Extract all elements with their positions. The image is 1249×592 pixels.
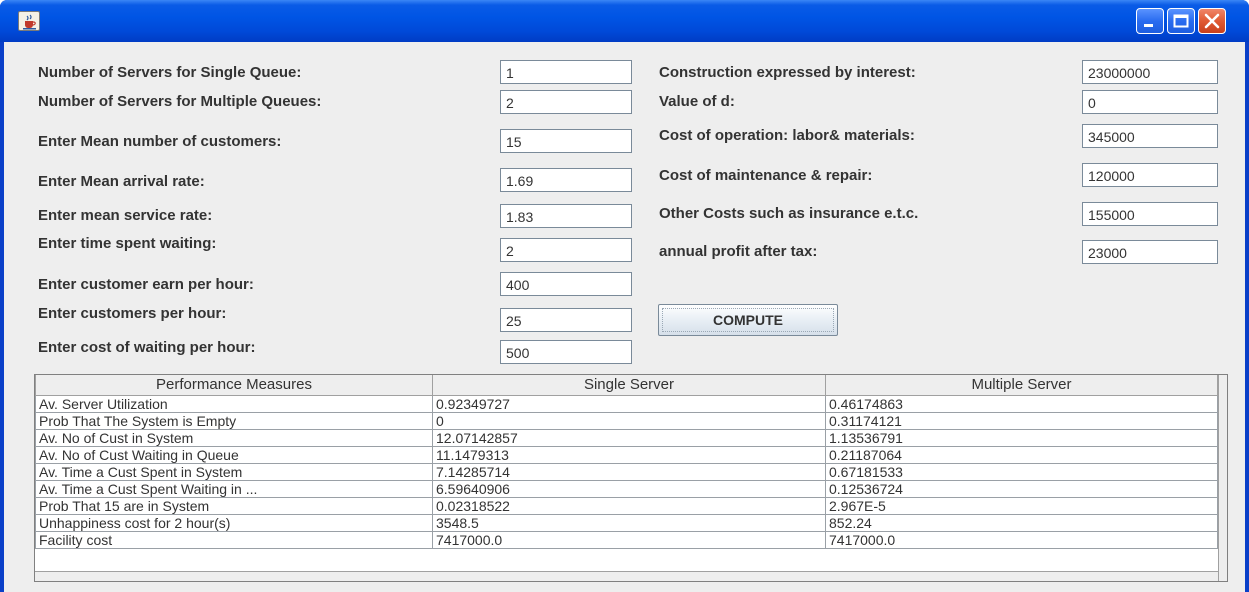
table-vertical-scrollbar[interactable] [1218, 375, 1227, 581]
table-row[interactable]: Unhappiness cost for 2 hour(s) 3548.5 85… [35, 513, 1218, 532]
minimize-button[interactable] [1136, 8, 1164, 34]
label-mean-service-rate: Enter mean service rate: [38, 207, 213, 224]
label-annual-profit: annual profit after tax: [659, 243, 818, 260]
measure-cell[interactable]: Prob That 15 are in System [35, 496, 433, 515]
cost-of-operation-field[interactable]: 345000 [1082, 124, 1218, 148]
table-row[interactable]: Prob That The System is Empty 0 0.311741… [35, 411, 1218, 430]
multiple-server-cell[interactable]: 852.24 [825, 513, 1218, 532]
table-row[interactable]: Av. No of Cust Waiting in Queue 11.14793… [35, 445, 1218, 464]
label-value-of-d: Value of d: [659, 93, 735, 110]
multiple-server-cell[interactable]: 7417000.0 [825, 530, 1218, 549]
measure-cell[interactable]: Av. Server Utilization [35, 394, 433, 413]
other-costs-field[interactable]: 155000 [1082, 202, 1218, 226]
table-row[interactable]: Av. Time a Cust Spent Waiting in ... 6.5… [35, 479, 1218, 498]
annual-profit-field[interactable]: 23000 [1082, 240, 1218, 264]
time-spent-waiting-field[interactable]: 2 [500, 238, 632, 262]
multiple-server-cell[interactable]: 1.13536791 [825, 428, 1218, 447]
value-of-d-field[interactable]: 0 [1082, 90, 1218, 114]
single-server-cell[interactable]: 3548.5 [432, 513, 826, 532]
table-horizontal-scrollbar[interactable] [35, 571, 1218, 581]
cost-of-maintenance-field[interactable]: 120000 [1082, 163, 1218, 187]
cost-of-waiting-field[interactable]: 500 [500, 340, 632, 364]
maximize-icon [1173, 14, 1189, 28]
table-row[interactable]: Av. Server Utilization 0.92349727 0.4617… [35, 394, 1218, 413]
results-table[interactable]: Performance Measures Single Server Multi… [34, 374, 1228, 582]
label-cost-of-operation: Cost of operation: labor& materials: [659, 127, 915, 144]
single-server-cell[interactable]: 0.02318522 [432, 496, 826, 515]
label-construction-interest: Construction expressed by interest: [659, 64, 916, 81]
label-customers-per-hour: Enter customers per hour: [38, 305, 227, 322]
focus-ring [662, 308, 834, 332]
label-servers-multiple-queues: Number of Servers for Multiple Queues: [38, 93, 322, 110]
multiple-server-cell[interactable]: 0.31174121 [825, 411, 1218, 430]
table-row[interactable]: Facility cost 7417000.0 7417000.0 [35, 530, 1218, 549]
form-panel: Number of Servers for Single Queue: 1 Nu… [4, 42, 1245, 592]
close-button[interactable] [1198, 8, 1226, 34]
table-header-row: Performance Measures Single Server Multi… [35, 375, 1218, 396]
single-server-cell[interactable]: 0.92349727 [432, 394, 826, 413]
multiple-server-cell[interactable]: 0.12536724 [825, 479, 1218, 498]
measure-cell[interactable]: Facility cost [35, 530, 433, 549]
label-cost-of-waiting: Enter cost of waiting per hour: [38, 339, 256, 356]
title-bar[interactable] [0, 0, 1249, 42]
multiple-server-cell[interactable]: 0.21187064 [825, 445, 1218, 464]
multiple-server-cell[interactable]: 2.967E-5 [825, 496, 1218, 515]
maximize-button[interactable] [1167, 8, 1195, 34]
measure-cell[interactable]: Prob That The System is Empty [35, 411, 433, 430]
single-server-cell[interactable]: 7.14285714 [432, 462, 826, 481]
customer-earn-per-hour-field[interactable]: 400 [500, 272, 632, 296]
table-row[interactable]: Av. No of Cust in System 12.07142857 1.1… [35, 428, 1218, 447]
customers-per-hour-field[interactable]: 25 [500, 308, 632, 332]
java-cup-icon[interactable] [18, 11, 40, 31]
label-other-costs: Other Costs such as insurance e.t.c. [659, 205, 919, 222]
measure-cell[interactable]: Av. Time a Cust Spent in System [35, 462, 433, 481]
single-server-cell[interactable]: 7417000.0 [432, 530, 826, 549]
table-row[interactable]: Prob That 15 are in System 0.02318522 2.… [35, 496, 1218, 515]
table-row[interactable]: Av. Time a Cust Spent in System 7.142857… [35, 462, 1218, 481]
label-customer-earn-per-hour: Enter customer earn per hour: [38, 276, 254, 293]
single-server-cell[interactable]: 11.1479313 [432, 445, 826, 464]
single-server-cell[interactable]: 0 [432, 411, 826, 430]
mean-arrival-rate-field[interactable]: 1.69 [500, 168, 632, 192]
measure-cell[interactable]: Av. No of Cust Waiting in Queue [35, 445, 433, 464]
header-multiple-server[interactable]: Multiple Server [825, 375, 1218, 396]
measure-cell[interactable]: Unhappiness cost for 2 hour(s) [35, 513, 433, 532]
servers-multiple-queues-field[interactable]: 2 [500, 90, 632, 114]
label-servers-single-queue: Number of Servers for Single Queue: [38, 64, 302, 81]
measure-cell[interactable]: Av. Time a Cust Spent Waiting in ... [35, 479, 433, 498]
single-server-cell[interactable]: 6.59640906 [432, 479, 826, 498]
header-performance-measures[interactable]: Performance Measures [35, 375, 433, 396]
performance-table: Performance Measures Single Server Multi… [35, 375, 1218, 549]
mean-service-rate-field[interactable]: 1.83 [500, 204, 632, 228]
construction-interest-field[interactable]: 23000000 [1082, 60, 1218, 84]
single-server-cell[interactable]: 12.07142857 [432, 428, 826, 447]
header-single-server[interactable]: Single Server [432, 375, 826, 396]
label-time-spent-waiting: Enter time spent waiting: [38, 235, 217, 252]
mean-customers-field[interactable]: 15 [500, 129, 632, 153]
measure-cell[interactable]: Av. No of Cust in System [35, 428, 433, 447]
minimize-icon [1144, 24, 1153, 27]
compute-button[interactable]: COMPUTE [658, 304, 838, 336]
application-window: Number of Servers for Single Queue: 1 Nu… [0, 0, 1249, 592]
label-cost-of-maintenance: Cost of maintenance & repair: [659, 167, 873, 184]
servers-single-queue-field[interactable]: 1 [500, 60, 632, 84]
close-icon [1204, 13, 1220, 29]
label-mean-arrival-rate: Enter Mean arrival rate: [38, 173, 205, 190]
multiple-server-cell[interactable]: 0.46174863 [825, 394, 1218, 413]
label-mean-customers: Enter Mean number of customers: [38, 133, 282, 150]
multiple-server-cell[interactable]: 0.67181533 [825, 462, 1218, 481]
